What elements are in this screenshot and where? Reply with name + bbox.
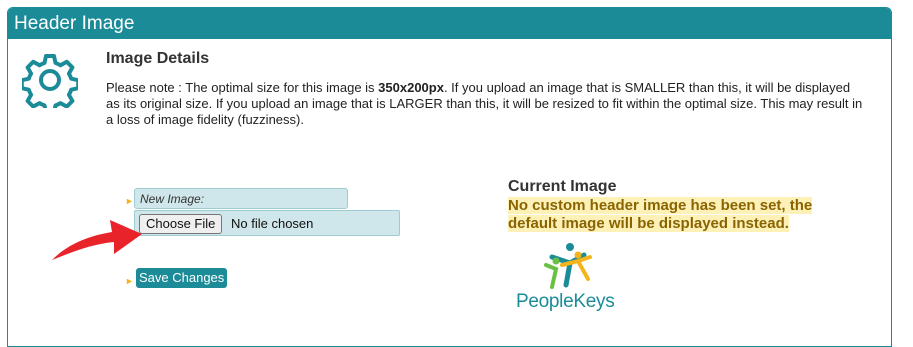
- file-input[interactable]: Choose File No file chosen: [134, 210, 400, 236]
- logo-text: PeopleKeys: [516, 291, 615, 312]
- peoplekeys-logo: PeopleKeys: [516, 235, 626, 321]
- bullet-icon: ►: [125, 276, 134, 286]
- current-image-title: Current Image: [508, 178, 617, 195]
- save-changes-button[interactable]: Save Changes: [136, 268, 228, 288]
- size-note: Please note : The optimal size for this …: [106, 80, 863, 127]
- no-custom-image-message: No custom header image has been set, the…: [508, 197, 813, 232]
- panel-title: Header Image: [8, 8, 891, 39]
- choose-file-button[interactable]: Choose File: [139, 214, 223, 234]
- image-details-title: Image Details: [106, 50, 210, 67]
- no-file-text: No file chosen: [231, 216, 314, 231]
- red-arrow-icon: [52, 220, 142, 260]
- new-image-label: New Image:: [134, 188, 348, 209]
- people-figures-icon: [544, 243, 592, 289]
- bullet-icon: ►: [125, 196, 134, 206]
- gear-icon: [22, 54, 78, 108]
